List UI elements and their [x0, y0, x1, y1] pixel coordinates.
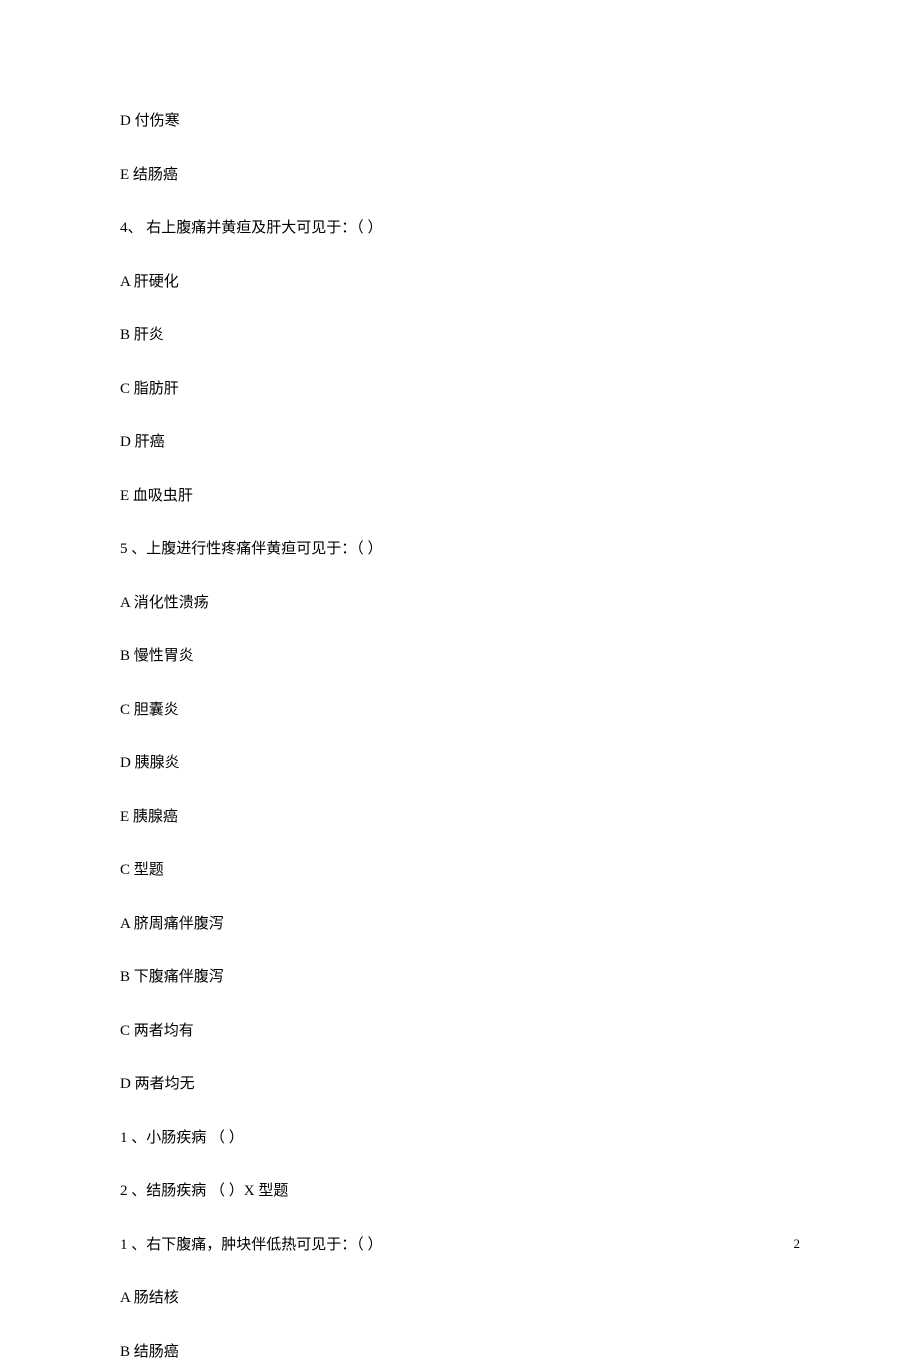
text-line: 1 、右下腹痛，肿块伴低热可见于：（ ）: [120, 1234, 800, 1257]
page-number: 2: [794, 1236, 801, 1252]
text-line: E 胰腺癌: [120, 806, 800, 829]
text-line: B 肝炎: [120, 324, 800, 347]
text-line: 2 、结肠疾病 （ ）X 型题: [120, 1180, 800, 1203]
text-line: 1 、小肠疾病 （ ）: [120, 1127, 800, 1150]
text-line: A 脐周痛伴腹泻: [120, 913, 800, 936]
text-line: B 慢性胃炎: [120, 645, 800, 668]
text-line: D 付伤寒: [120, 110, 800, 133]
text-line: D 胰腺炎: [120, 752, 800, 775]
text-line: C 型题: [120, 859, 800, 882]
text-line: E 结肠癌: [120, 164, 800, 187]
text-line: A 肝硬化: [120, 271, 800, 294]
text-line: C 胆囊炎: [120, 699, 800, 722]
text-line: D 肝癌: [120, 431, 800, 454]
text-line: C 脂肪肝: [120, 378, 800, 401]
text-line: 4、 右上腹痛并黄疸及肝大可见于：（ ）: [120, 217, 800, 240]
text-line: E 血吸虫肝: [120, 485, 800, 508]
text-line: B 下腹痛伴腹泻: [120, 966, 800, 989]
text-line: A 消化性溃疡: [120, 592, 800, 615]
text-line: A 肠结核: [120, 1287, 800, 1310]
text-line: B 结肠癌: [120, 1341, 800, 1363]
text-line: D 两者均无: [120, 1073, 800, 1096]
text-line: C 两者均有: [120, 1020, 800, 1043]
document-content: D 付伤寒 E 结肠癌 4、 右上腹痛并黄疸及肝大可见于：（ ） A 肝硬化 B…: [0, 0, 920, 1363]
text-line: 5 、上腹进行性疼痛伴黄疸可见于：（ ）: [120, 538, 800, 561]
